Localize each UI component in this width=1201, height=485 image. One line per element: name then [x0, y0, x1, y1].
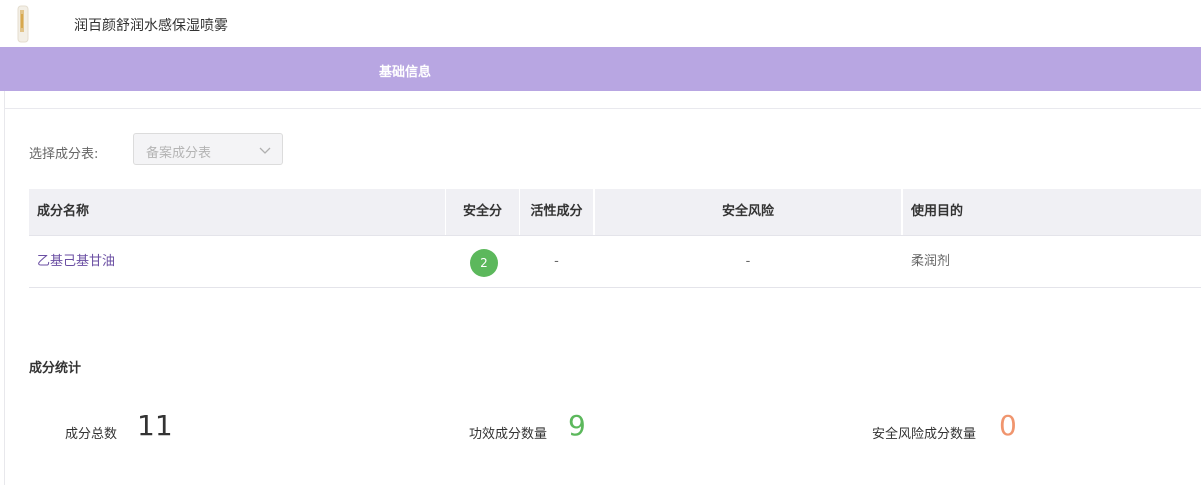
- nav-bar: 基础信息: [0, 47, 1201, 91]
- usage-purpose-cell: 柔润剂: [911, 254, 951, 269]
- product-image: [8, 4, 40, 44]
- table-row: 乙基己基甘油 2 - - 柔润剂: [29, 235, 1201, 288]
- stats-title: 成分统计: [29, 361, 82, 376]
- active-ingredient-cell: -: [554, 254, 559, 269]
- column-header-active: 活性成分: [520, 189, 593, 235]
- column-header-score: 安全分: [446, 189, 519, 235]
- column-header-name: 成分名称: [29, 189, 445, 235]
- ingredient-list-select[interactable]: 备案成分表: [133, 133, 283, 165]
- column-header-risk: 安全风险: [595, 189, 901, 235]
- ingredient-table: 成分名称 安全分 活性成分 安全风险 使用目的 乙基己基甘油 2 - - 柔润剂: [29, 189, 1201, 288]
- page-header: 润百颜舒润水感保湿喷雾: [0, 0, 1201, 47]
- ingredient-name-link[interactable]: 乙基己基甘油: [37, 236, 115, 288]
- stat-functional-label: 功效成分数量: [469, 427, 548, 442]
- safety-score-cell: 2: [446, 236, 519, 288]
- stat-total-value: 11: [137, 409, 173, 442]
- safety-score-badge: 2: [470, 249, 498, 277]
- product-title: 润百颜舒润水感保湿喷雾: [74, 18, 228, 34]
- safety-risk-cell: -: [745, 254, 751, 269]
- column-header-purpose: 使用目的: [903, 189, 1201, 235]
- divider: [4, 108, 1201, 109]
- stat-risk-value: 0: [999, 409, 1017, 442]
- chevron-down-icon: [258, 142, 272, 156]
- stat-risk-label: 安全风险成分数量: [872, 427, 977, 442]
- select-value: 备案成分表: [146, 146, 212, 161]
- stat-functional-value: 9: [568, 409, 586, 442]
- table-header: 成分名称 安全分 活性成分 安全风险 使用目的: [29, 189, 1201, 235]
- tab-basic-info[interactable]: 基础信息: [379, 61, 431, 80]
- stat-total-label: 成分总数: [65, 427, 118, 442]
- ingredient-list-select-label: 选择成分表:: [29, 147, 99, 162]
